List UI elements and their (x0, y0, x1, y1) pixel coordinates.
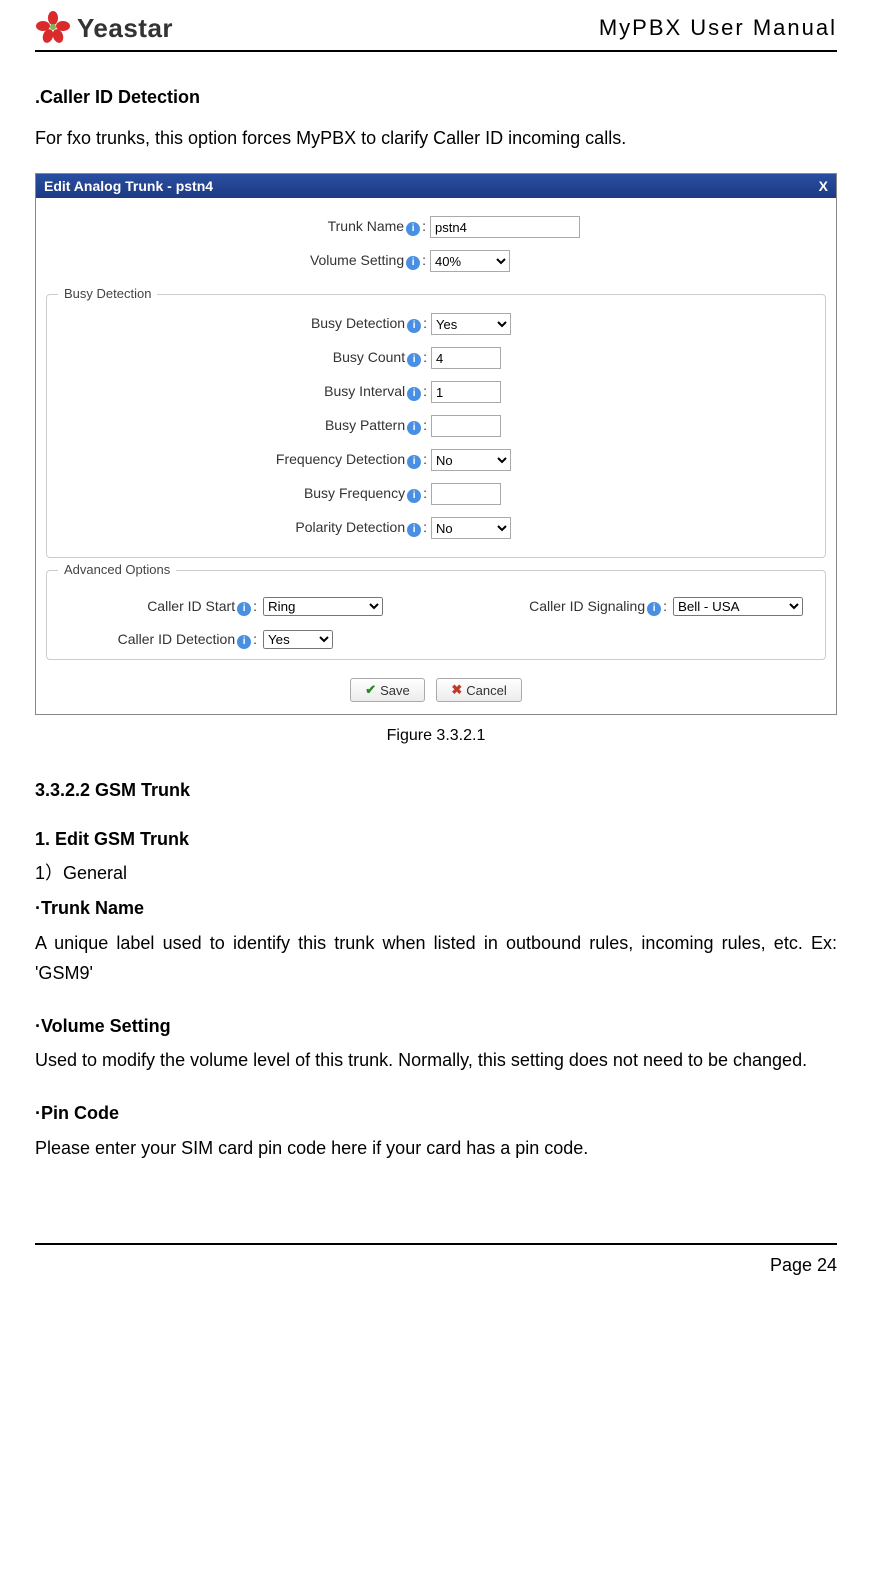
page-header: Yeastar MyPBX User Manual (35, 10, 837, 52)
busy-frequency-input[interactable] (431, 483, 501, 505)
info-icon[interactable]: i (407, 489, 421, 503)
info-icon[interactable]: i (407, 353, 421, 367)
intro-heading: .Caller ID Detection (35, 82, 837, 113)
info-icon[interactable]: i (237, 602, 251, 616)
dialog-title: Edit Analog Trunk - pstn4 (44, 178, 213, 194)
trunk-name-heading: ·Trunk Name (35, 893, 837, 924)
cross-icon: ✖ (451, 682, 462, 698)
pin-code-heading: ·Pin Code (35, 1098, 837, 1129)
busy-detection-label: Busy Detection (311, 315, 405, 331)
busy-detection-select[interactable]: Yes (431, 313, 511, 335)
dialog-titlebar: Edit Analog Trunk - pstn4 X (36, 174, 836, 198)
flower-icon (35, 10, 71, 46)
figure-caption: Figure 3.3.2.1 (35, 727, 837, 745)
busy-interval-input[interactable] (431, 381, 501, 403)
cid-detection-select[interactable]: Yes (263, 630, 333, 649)
busy-interval-label: Busy Interval (324, 383, 405, 399)
manual-title: MyPBX User Manual (599, 15, 837, 41)
page-footer: Page 24 (35, 1243, 837, 1276)
freq-detection-select[interactable]: No (431, 449, 511, 471)
busy-pattern-label: Busy Pattern (325, 417, 405, 433)
busy-frequency-label: Busy Frequency (304, 485, 405, 501)
pin-code-paragraph: Please enter your SIM card pin code here… (35, 1133, 837, 1164)
info-icon[interactable]: i (407, 523, 421, 537)
volume-setting-heading: ·Volume Setting (35, 1011, 837, 1042)
volume-setting-label: Volume Setting (310, 252, 404, 268)
busy-legend: Busy Detection (58, 286, 157, 301)
general-label: 1）General (35, 858, 837, 889)
cid-signaling-label: Caller ID Signaling (529, 598, 645, 614)
brand-name: Yeastar (77, 13, 173, 44)
info-icon[interactable]: i (407, 421, 421, 435)
section-gsm-trunk: 3.3.2.2 GSM Trunk (35, 775, 837, 806)
cancel-button[interactable]: ✖Cancel (436, 678, 521, 702)
info-icon[interactable]: i (647, 602, 661, 616)
dialog-edit-analog-trunk: Edit Analog Trunk - pstn4 X Trunk Namei:… (35, 173, 837, 715)
info-icon[interactable]: i (407, 455, 421, 469)
edit-gsm-heading: 1. Edit GSM Trunk (35, 824, 837, 855)
save-button[interactable]: ✔Save (350, 678, 425, 702)
brand-logo: Yeastar (35, 10, 173, 46)
info-icon[interactable]: i (406, 256, 420, 270)
close-icon[interactable]: X (819, 178, 828, 194)
busy-pattern-input[interactable] (431, 415, 501, 437)
trunk-name-paragraph: A unique label used to identify this tru… (35, 928, 837, 989)
info-icon[interactable]: i (237, 635, 251, 649)
cid-signaling-select[interactable]: Bell - USA (673, 597, 803, 616)
trunk-name-label: Trunk Name (328, 218, 405, 234)
volume-setting-select[interactable]: 40% (430, 250, 510, 272)
cid-detection-label: Caller ID Detection (118, 631, 236, 647)
info-icon[interactable]: i (407, 387, 421, 401)
advanced-legend: Advanced Options (58, 562, 176, 577)
freq-detection-label: Frequency Detection (276, 451, 405, 467)
page-number: Page 24 (770, 1255, 837, 1275)
polarity-detection-select[interactable]: No (431, 517, 511, 539)
trunk-name-input[interactable] (430, 216, 580, 238)
check-icon: ✔ (365, 682, 376, 698)
info-icon[interactable]: i (407, 319, 421, 333)
busy-count-label: Busy Count (333, 349, 405, 365)
info-icon[interactable]: i (406, 222, 420, 236)
intro-text: For fxo trunks, this option forces MyPBX… (35, 123, 837, 154)
cid-start-label: Caller ID Start (147, 598, 235, 614)
volume-setting-paragraph: Used to modify the volume level of this … (35, 1045, 837, 1076)
busy-count-input[interactable] (431, 347, 501, 369)
cid-start-select[interactable]: Ring (263, 597, 383, 616)
polarity-detection-label: Polarity Detection (295, 519, 405, 535)
